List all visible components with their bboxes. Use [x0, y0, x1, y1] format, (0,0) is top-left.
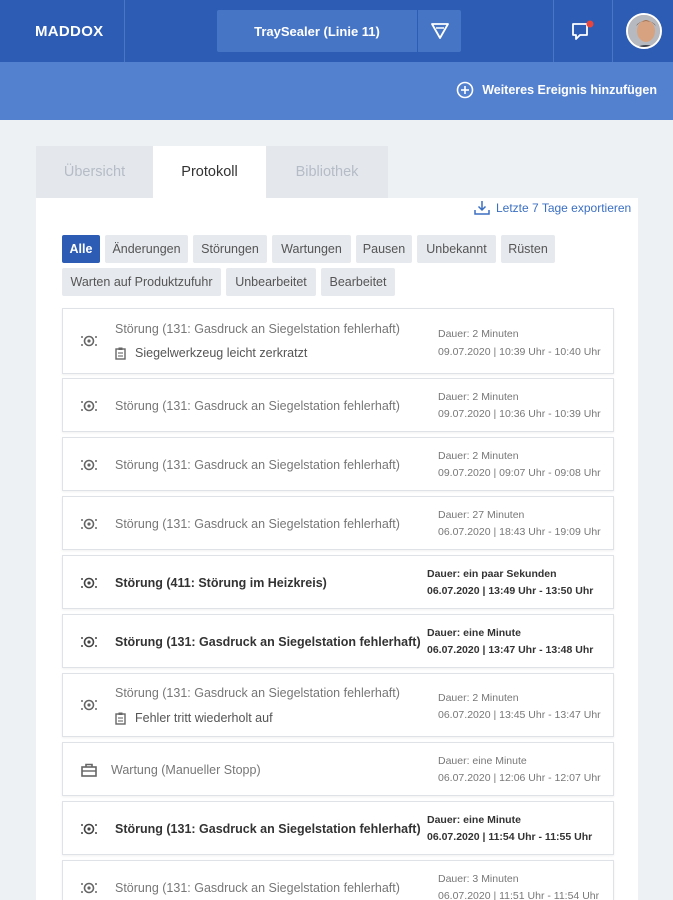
event-note: Siegelwerkzeug leicht zerkratzt [115, 346, 307, 360]
event-time: 06.07.2020 | 18:43 Uhr - 19:09 Uhr [438, 526, 601, 538]
event-row[interactable]: Störung (411: Störung im Heizkreis) Daue… [62, 555, 614, 609]
chat-notification-icon [572, 20, 594, 40]
event-time: 09.07.2020 | 10:36 Uhr - 10:39 Uhr [438, 408, 601, 420]
divider [612, 0, 613, 62]
tab-protokoll[interactable]: Protokoll [153, 146, 266, 198]
event-note-text: Fehler tritt wiederholt auf [135, 711, 273, 725]
event-title: Störung (131: Gasdruck an Siegelstation … [115, 458, 400, 472]
gear-icon [81, 400, 97, 412]
event-row[interactable]: Störung (131: Gasdruck an Siegelstation … [62, 673, 614, 737]
logo[interactable]: MADDOX [0, 0, 125, 62]
event-row[interactable]: Störung (131: Gasdruck an Siegelstation … [62, 614, 614, 668]
event-duration: Dauer: 2 Minuten [438, 692, 519, 704]
event-duration: Dauer: 2 Minuten [438, 328, 519, 340]
gear-icon [81, 459, 97, 471]
action-bar: Weiteres Ereignis hinzufügen [0, 62, 673, 120]
add-event-label: Weiteres Ereignis hinzufügen [482, 83, 657, 97]
clipboard-icon [115, 712, 126, 725]
event-title: Wartung (Manueller Stopp) [111, 763, 261, 777]
filter-chip-alle[interactable]: Alle [62, 235, 100, 263]
gear-icon [81, 335, 97, 347]
tab-bibliothek[interactable]: Bibliothek [266, 146, 388, 198]
filter-chip-stoerungen[interactable]: Störungen [193, 235, 267, 263]
machine-filter-button[interactable] [418, 10, 461, 52]
tab-uebersicht[interactable]: Übersicht [36, 146, 153, 198]
gear-icon [81, 577, 97, 589]
add-event-button[interactable]: Weiteres Ereignis hinzufügen [456, 81, 657, 99]
event-title: Störung (131: Gasdruck an Siegelstation … [115, 322, 400, 336]
event-duration: Dauer: 2 Minuten [438, 450, 519, 462]
filter-chip-wartungen[interactable]: Wartungen [272, 235, 351, 263]
event-time: 06.07.2020 | 13:47 Uhr - 13:48 Uhr [427, 644, 594, 656]
filter-chip-pausen[interactable]: Pausen [356, 235, 412, 263]
event-row[interactable]: Störung (131: Gasdruck an Siegelstation … [62, 496, 614, 550]
notifications-button[interactable] [554, 0, 612, 62]
machine-selector[interactable]: TraySealer (Linie 11) [217, 10, 417, 52]
event-row[interactable]: Störung (131: Gasdruck an Siegelstation … [62, 860, 614, 900]
event-title: Störung (131: Gasdruck an Siegelstation … [115, 822, 421, 836]
export-link[interactable]: Letzte 7 Tage exportieren [474, 200, 631, 216]
gear-icon [81, 882, 97, 894]
event-duration: Dauer: ein paar Sekunden [427, 568, 557, 580]
event-duration: Dauer: eine Minute [438, 755, 527, 767]
filter-chip-warten-produktzufuhr[interactable]: Warten auf Produktzufuhr [62, 268, 221, 296]
toolbox-icon [81, 763, 97, 777]
gear-icon [81, 636, 97, 648]
event-note: Fehler tritt wiederholt auf [115, 711, 273, 725]
filter-chip-bearbeitet[interactable]: Bearbeitet [321, 268, 395, 296]
event-row[interactable]: Störung (131: Gasdruck an Siegelstation … [62, 437, 614, 491]
gear-icon [81, 518, 97, 530]
download-icon [474, 201, 490, 215]
event-title: Störung (411: Störung im Heizkreis) [115, 576, 327, 590]
clipboard-icon [115, 347, 126, 360]
event-time: 06.07.2020 | 12:06 Uhr - 12:07 Uhr [438, 772, 601, 784]
event-duration: Dauer: eine Minute [427, 627, 521, 639]
event-title: Störung (131: Gasdruck an Siegelstation … [115, 635, 421, 649]
event-title: Störung (131: Gasdruck an Siegelstation … [115, 881, 400, 895]
gear-icon [81, 823, 97, 835]
filter-chip-aenderungen[interactable]: Änderungen [105, 235, 188, 263]
export-label: Letzte 7 Tage exportieren [496, 201, 632, 215]
gear-icon [81, 699, 97, 711]
event-time: 06.07.2020 | 11:51 Uhr - 11:54 Uhr [438, 890, 600, 900]
event-time: 06.07.2020 | 13:45 Uhr - 13:47 Uhr [438, 709, 601, 721]
plus-circle-icon [456, 81, 474, 99]
event-duration: Dauer: eine Minute [427, 814, 521, 826]
filter-chip-ruesten[interactable]: Rüsten [501, 235, 555, 263]
event-time: 06.07.2020 | 11:54 Uhr - 11:55 Uhr [427, 831, 593, 843]
filter-chip-unbearbeitet[interactable]: Unbearbeitet [226, 268, 316, 296]
event-title: Störung (131: Gasdruck an Siegelstation … [115, 399, 400, 413]
avatar[interactable] [626, 13, 662, 49]
top-bar: MADDOX TraySealer (Linie 11) [0, 0, 673, 62]
event-time: 09.07.2020 | 10:39 Uhr - 10:40 Uhr [438, 346, 601, 358]
event-title: Störung (131: Gasdruck an Siegelstation … [115, 517, 400, 531]
event-note-text: Siegelwerkzeug leicht zerkratzt [135, 346, 308, 360]
event-row[interactable]: Störung (131: Gasdruck an Siegelstation … [62, 801, 614, 855]
event-duration: Dauer: 2 Minuten [438, 391, 519, 403]
event-duration: Dauer: 3 Minuten [438, 873, 519, 885]
event-row[interactable]: Störung (131: Gasdruck an Siegelstation … [62, 308, 614, 374]
event-time: 06.07.2020 | 13:49 Uhr - 13:50 Uhr [427, 585, 594, 597]
event-row[interactable]: Wartung (Manueller Stopp) Dauer: eine Mi… [62, 742, 614, 796]
event-title: Störung (131: Gasdruck an Siegelstation … [115, 686, 400, 700]
filter-chip-unbekannt[interactable]: Unbekannt [417, 235, 496, 263]
event-duration: Dauer: 27 Minuten [438, 509, 525, 521]
event-time: 09.07.2020 | 09:07 Uhr - 09:08 Uhr [438, 467, 601, 479]
event-row[interactable]: Störung (131: Gasdruck an Siegelstation … [62, 378, 614, 432]
filter-icon [430, 23, 449, 39]
